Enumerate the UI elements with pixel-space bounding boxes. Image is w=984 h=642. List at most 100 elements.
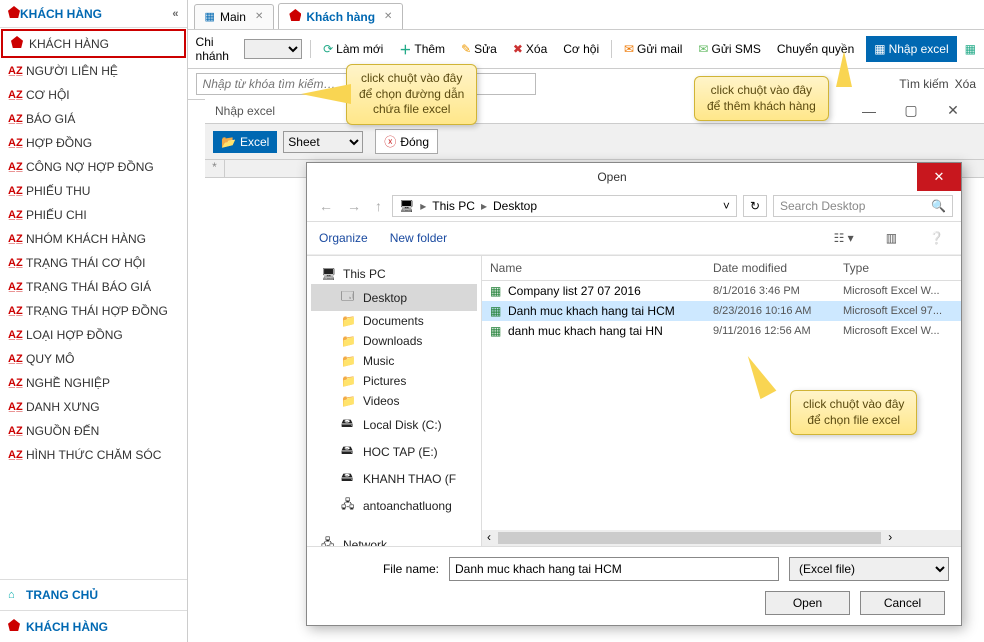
sidebar-item-phieu-chi[interactable]: A̲Z̲PHIẾU CHI [0, 203, 187, 227]
tree-downloads[interactable]: 📁Downloads [311, 331, 477, 351]
col-type[interactable]: Type [843, 261, 953, 275]
send-mail-button[interactable]: Gửi mail [620, 40, 686, 58]
tree-music[interactable]: 📁Music [311, 351, 477, 371]
x-icon: ⓧ [384, 133, 396, 150]
edit-button[interactable]: ✎Sửa [457, 40, 501, 58]
tree-drive-e[interactable]: 🖴HOC TAP (E:) [311, 438, 477, 465]
sidebar-item-nguoi-lien-he[interactable]: A̲Z̲NGƯỜI LIÊN HỆ [0, 59, 187, 83]
sidebar-item-tt-hop-dong[interactable]: A̲Z̲TRẠNG THÁI HỢP ĐỒNG [0, 299, 187, 323]
close-panel-button[interactable]: ⓧĐóng [375, 129, 438, 154]
sidebar-home[interactable]: ⌂TRANG CHỦ [0, 579, 187, 610]
filetype-select[interactable]: (Excel file) [789, 557, 949, 581]
col-date[interactable]: Date modified [713, 261, 843, 275]
maximize-icon[interactable]: ▢ [890, 102, 932, 119]
tree-drive-f[interactable]: 🖴KHANH THAO (F [311, 465, 477, 492]
dialog-buttons: Open Cancel [319, 591, 949, 615]
sidebar-item-tt-co-hoi[interactable]: A̲Z̲TRẠNG THÁI CƠ HỘI [0, 251, 187, 275]
help-icon[interactable]: ❔ [924, 228, 949, 248]
chevron-up-icon[interactable]: « [172, 8, 178, 20]
up-icon[interactable]: ↑ [371, 198, 386, 214]
file-row[interactable]: ▦Danh muc khach hang tai HCM8/23/2016 10… [482, 301, 961, 321]
branch-select[interactable] [244, 39, 302, 59]
send-sms-button[interactable]: Gửi SMS [694, 40, 764, 58]
cancel-button[interactable]: Cancel [860, 591, 945, 615]
tree-network-loc[interactable]: 🖧antoanchatluong [311, 492, 477, 519]
customers-icon [289, 9, 301, 24]
sidebar-item-tt-bao-gia[interactable]: A̲Z̲TRẠNG THÁI BÁO GIÁ [0, 275, 187, 299]
search-label[interactable]: Tìm kiếm [899, 77, 948, 91]
sidebar-item-khach-hang[interactable]: KHÁCH HÀNG [1, 29, 186, 58]
opportunity-button[interactable]: Cơ hội [559, 40, 603, 58]
scroll-thumb[interactable] [498, 532, 881, 544]
add-button[interactable]: ＋Thêm [395, 39, 449, 60]
sidebar-header[interactable]: KHÁCH HÀNG « [0, 0, 187, 28]
dialog-search[interactable]: Search Desktop🔍 [773, 195, 953, 217]
tree-drive-c[interactable]: 🖴Local Disk (C:) [311, 411, 477, 438]
az-icon: A̲Z̲ [8, 89, 26, 101]
sheet-select[interactable]: Sheet [283, 131, 363, 153]
folder-icon: 📁 [341, 394, 357, 408]
refresh-icon[interactable]: ↻ [743, 195, 767, 217]
file-row[interactable]: ▦Company list 27 07 20168/1/2016 3:46 PM… [482, 281, 961, 301]
export-icon[interactable]: ▦ [965, 42, 976, 56]
view-icon[interactable]: ☷ ▾ [829, 228, 859, 248]
preview-icon[interactable]: ▥ [881, 228, 902, 248]
sidebar-item-quy-mo[interactable]: A̲Z̲QUY MÔ [0, 347, 187, 371]
close-icon[interactable]: ✕ [384, 11, 392, 22]
choose-excel-button[interactable]: 📂Excel [213, 131, 277, 153]
sidebar-item-cong-no[interactable]: A̲Z̲CÔNG NỢ HỢP ĐỒNG [0, 155, 187, 179]
sidebar-item-hinh-thuc[interactable]: A̲Z̲HÌNH THỨC CHĂM SÓC [0, 443, 187, 467]
file-header[interactable]: Name Date modified Type [482, 256, 961, 281]
h-scrollbar[interactable]: ‹› [482, 530, 961, 546]
clear-label[interactable]: Xóa [955, 77, 976, 91]
tabs: ▦Main✕ Khách hàng✕ [188, 0, 984, 30]
col-name[interactable]: Name [490, 261, 713, 275]
sidebar-item-co-hoi[interactable]: A̲Z̲CƠ HỘI [0, 83, 187, 107]
sidebar-item-bao-gia[interactable]: A̲Z̲BÁO GIÁ [0, 107, 187, 131]
customers-icon [8, 6, 20, 21]
az-icon: A̲Z̲ [8, 161, 26, 173]
delete-button[interactable]: ✖Xóa [509, 40, 551, 58]
sidebar-item-nguon-den[interactable]: A̲Z̲NGUỒN ĐẾN [0, 419, 187, 443]
tooltip-add-customer: click chuột vào đây để thêm khách hàng [694, 76, 829, 121]
sidebar-item-phieu-thu[interactable]: A̲Z̲PHIẾU THU [0, 179, 187, 203]
tree-desktop[interactable]: 🗔Desktop [311, 284, 477, 311]
close-icon[interactable]: ✕ [255, 11, 263, 22]
organize-menu[interactable]: Organize [319, 231, 368, 245]
file-row[interactable]: ▦danh muc khach hang tai HN9/11/2016 12:… [482, 321, 961, 341]
customers-icon [11, 36, 29, 51]
az-icon: A̲Z̲ [8, 329, 26, 341]
tab-khach-hang[interactable]: Khách hàng✕ [278, 3, 403, 29]
new-folder-button[interactable]: New folder [390, 231, 447, 245]
close-icon[interactable]: ✕ [932, 102, 974, 119]
breadcrumb[interactable]: 🖥 ▸ This PC ▸ Desktop ˅ [392, 195, 737, 217]
desktop-icon: 🗔 [341, 287, 357, 308]
minimize-icon[interactable]: — [848, 103, 890, 119]
sidebar-item-loai-hd[interactable]: A̲Z̲LOẠI HỢP ĐỒNG [0, 323, 187, 347]
az-icon: A̲Z̲ [8, 185, 26, 197]
az-icon: A̲Z̲ [8, 113, 26, 125]
refresh-button[interactable]: Làm mới [319, 40, 387, 58]
sidebar-customers[interactable]: KHÁCH HÀNG [0, 610, 187, 642]
tree-videos[interactable]: 📁Videos [311, 391, 477, 411]
pencil-icon: ✎ [461, 42, 471, 56]
sidebar-item-hop-dong[interactable]: A̲Z̲HỢP ĐỒNG [0, 131, 187, 155]
separator [310, 40, 311, 58]
back-icon[interactable]: ← [315, 198, 337, 214]
open-button[interactable]: Open [765, 591, 850, 615]
sidebar-item-danh-xung[interactable]: A̲Z̲DANH XƯNG [0, 395, 187, 419]
az-icon: A̲Z̲ [8, 281, 26, 293]
tree-network[interactable]: 🖧Network [311, 531, 477, 546]
forward-icon[interactable]: → [343, 198, 365, 214]
dialog-titlebar[interactable]: Open ✕ [307, 163, 961, 191]
import-excel-button[interactable]: ▦Nhập excel [866, 36, 956, 62]
sidebar-item-nhom-kh[interactable]: A̲Z̲NHÓM KHÁCH HÀNG [0, 227, 187, 251]
filename-input[interactable] [449, 557, 779, 581]
tree-documents[interactable]: 📁Documents [311, 311, 477, 331]
chevron-down-icon[interactable]: ˅ [723, 199, 730, 213]
tab-main[interactable]: ▦Main✕ [194, 4, 275, 29]
tree-pictures[interactable]: 📁Pictures [311, 371, 477, 391]
tree-this-pc[interactable]: 🖥This PC [311, 264, 477, 284]
close-icon[interactable]: ✕ [917, 163, 961, 191]
sidebar-item-nghe-nghiep[interactable]: A̲Z̲NGHỀ NGHIỆP [0, 371, 187, 395]
